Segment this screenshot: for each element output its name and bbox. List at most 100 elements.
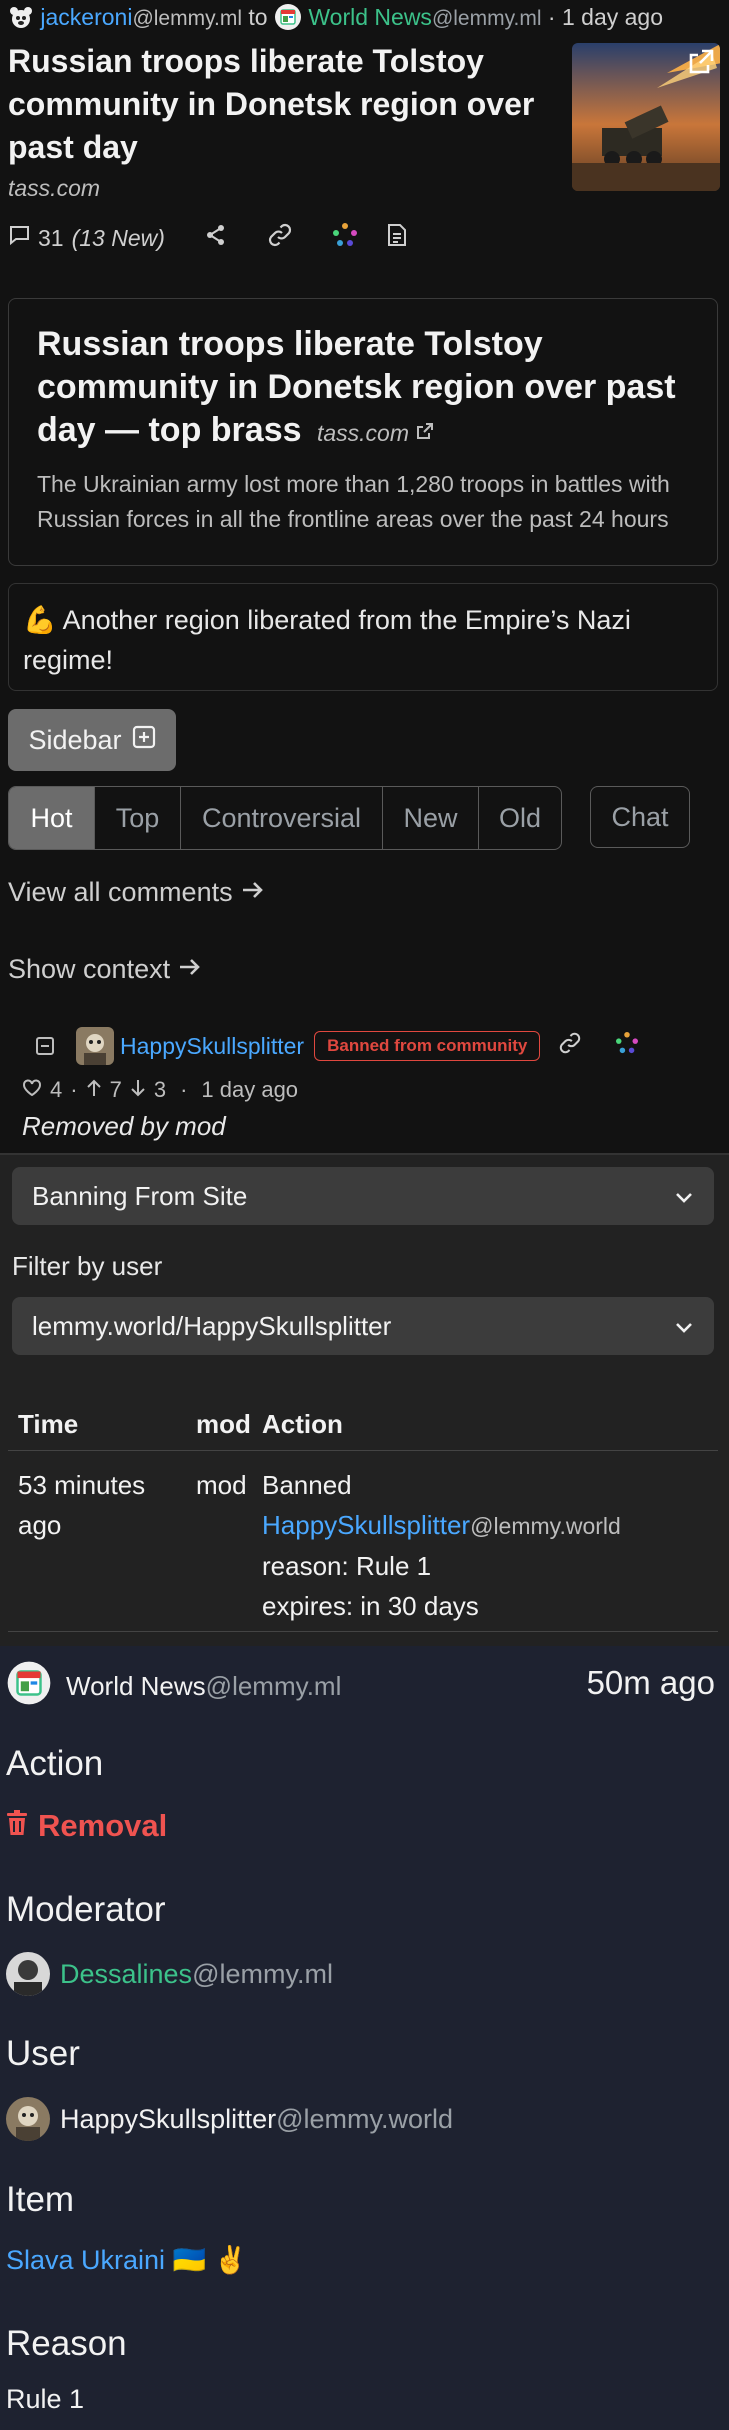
modlog-section: Banning From Site Filter by user lemmy.w…	[0, 1153, 729, 1646]
comment-icon	[8, 224, 30, 252]
avatar	[6, 2097, 50, 2141]
divider	[8, 1450, 718, 1451]
arrow-right-icon	[178, 954, 202, 985]
post-body: 💪 Another region liberated from the Empi…	[8, 583, 718, 691]
moderator-link[interactable]: Dessalines@lemmy.ml	[6, 1952, 333, 1996]
community-icon[interactable]	[274, 3, 302, 37]
view-all-comments-label: View all comments	[8, 877, 233, 907]
action-user: HappySkullsplitter@lemmy.world	[262, 1505, 722, 1546]
dot-separator: ·	[180, 1077, 188, 1102]
mod-action-card: World News @lemmy.ml 50m ago Action Remov…	[0, 1646, 729, 2430]
item-heading: Item	[6, 2180, 75, 2219]
item-link[interactable]: Slava Ukraini 🇺🇦 ✌️	[6, 2244, 247, 2276]
plus-square-icon	[132, 725, 156, 756]
downvote-icon[interactable]	[130, 1077, 146, 1103]
chat-button[interactable]: Chat	[590, 786, 690, 848]
chevron-down-icon	[674, 1311, 694, 1342]
removed-notice: Removed by mod	[22, 1111, 226, 1141]
user-filter-select[interactable]: lemmy.world/HappySkullsplitter	[12, 1297, 714, 1355]
user-heading: User	[6, 2034, 80, 2073]
view-all-comments-link[interactable]: View all comments	[8, 877, 265, 908]
card-community[interactable]: World News @lemmy.ml	[6, 1660, 341, 1713]
community-link[interactable]: World News	[308, 4, 432, 30]
sidebar-toggle-button[interactable]: Sidebar	[8, 709, 176, 771]
post-domain: tass.com	[8, 175, 101, 201]
action-select-value: Banning From Site	[32, 1180, 248, 1211]
filter-by-user-label: Filter by user	[12, 1251, 163, 1281]
sort-tab-old[interactable]: Old	[479, 787, 561, 849]
action-type-select[interactable]: Banning From Site	[12, 1167, 714, 1225]
column-header-time: Time	[18, 1409, 79, 1439]
card-domain-text: tass.com	[316, 420, 409, 446]
moderator-name: Dessalines	[60, 1958, 193, 1989]
external-link-icon	[415, 420, 435, 446]
card-time: 50m ago	[586, 1664, 715, 1701]
action-value: Removal	[6, 1808, 167, 1844]
dot-separator: ·	[70, 1077, 78, 1102]
action-expires: expires: in 30 days	[262, 1591, 479, 1621]
user-select-value: lemmy.world/HappySkullsplitter	[32, 1310, 392, 1341]
link-preview-card[interactable]: Russian troops liberate Tolstoy communit…	[8, 298, 718, 566]
heart-icon[interactable]	[22, 1077, 42, 1103]
moderator-heading: Moderator	[6, 1890, 166, 1929]
comment-stats: 4 · 7 3 · 1 day ago	[22, 1077, 298, 1103]
upvote-icon[interactable]	[86, 1077, 102, 1103]
collapse-icon[interactable]	[36, 1037, 54, 1055]
community-icon	[6, 1660, 52, 1713]
card-domain[interactable]: tass.com	[317, 420, 435, 446]
card-community-name: World News	[66, 1671, 206, 1701]
show-context-label: Show context	[8, 954, 171, 984]
comments-link[interactable]: 31 (13 New)	[8, 224, 165, 252]
user-avatar-icon[interactable]	[8, 5, 34, 37]
external-link-icon[interactable]	[686, 47, 716, 82]
sort-tab-hot[interactable]: Hot	[9, 787, 95, 849]
document-icon[interactable]	[387, 223, 407, 253]
post-author-instance: @lemmy.ml	[132, 7, 243, 30]
comment-time: 1 day ago	[201, 1077, 299, 1102]
link-icon[interactable]	[267, 222, 293, 254]
comment-sort-tabs: Hot Top Controversial New Old	[8, 786, 562, 850]
to-word: to	[248, 4, 268, 30]
upvotes-count: 7	[109, 1077, 122, 1102]
action-heading: Action	[6, 1744, 104, 1783]
community-instance: @lemmy.ml	[431, 7, 542, 30]
column-header-mod: mod	[196, 1409, 251, 1439]
row-action: Banned HappySkullsplitter@lemmy.world re…	[262, 1465, 722, 1626]
user-name: HappySkullsplitter	[60, 2103, 277, 2134]
action-reason: reason: Rule 1	[262, 1551, 432, 1581]
fediverse-icon[interactable]	[616, 1032, 639, 1060]
comments-new: (13 New)	[71, 224, 165, 251]
share-icon[interactable]	[205, 224, 227, 252]
sort-tab-controversial[interactable]: Controversial	[181, 787, 383, 849]
link-icon[interactable]	[558, 1031, 582, 1061]
comments-count: 31	[38, 224, 64, 251]
post-section: jackeroni@lemmy.ml to World News@lemmy.m…	[0, 0, 729, 1153]
user-instance: @lemmy.world	[276, 2103, 454, 2134]
downvotes-count: 3	[153, 1077, 167, 1102]
likes-count: 4	[50, 1077, 63, 1102]
arrow-right-icon	[241, 877, 265, 908]
post-thumbnail[interactable]	[572, 43, 720, 191]
row-mod: mod	[196, 1470, 247, 1500]
divider	[8, 1631, 718, 1632]
sort-tab-new[interactable]: New	[383, 787, 479, 849]
card-title[interactable]: Russian troops liberate Tolstoy communit…	[37, 323, 697, 455]
post-title[interactable]: Russian troops liberate Tolstoy communit…	[8, 40, 563, 169]
show-context-link[interactable]: Show context	[8, 954, 202, 985]
fediverse-icon[interactable]	[332, 223, 357, 253]
reason-heading: Reason	[6, 2324, 127, 2363]
reason-value: Rule 1	[6, 2384, 85, 2414]
user-link[interactable]: HappySkullsplitter@lemmy.world	[6, 2097, 453, 2141]
sort-tab-top[interactable]: Top	[95, 787, 181, 849]
card-description: The Ukrainian army lost more than 1,280 …	[37, 471, 670, 532]
column-header-action: Action	[262, 1409, 343, 1439]
post-actions: 31 (13 New)	[8, 222, 407, 254]
avatar[interactable]	[76, 1027, 114, 1065]
sidebar-label: Sidebar	[28, 724, 122, 755]
row-time: 53 minutes ago	[18, 1470, 146, 1540]
moderator-instance: @lemmy.ml	[192, 1958, 333, 1989]
card-community-instance: @lemmy.ml	[205, 1671, 342, 1701]
banned-user-link[interactable]: HappySkullsplitter	[262, 1510, 470, 1540]
post-author-link[interactable]: jackeroni	[40, 4, 132, 30]
comment-author-link[interactable]: HappySkullsplitter	[120, 1033, 304, 1060]
